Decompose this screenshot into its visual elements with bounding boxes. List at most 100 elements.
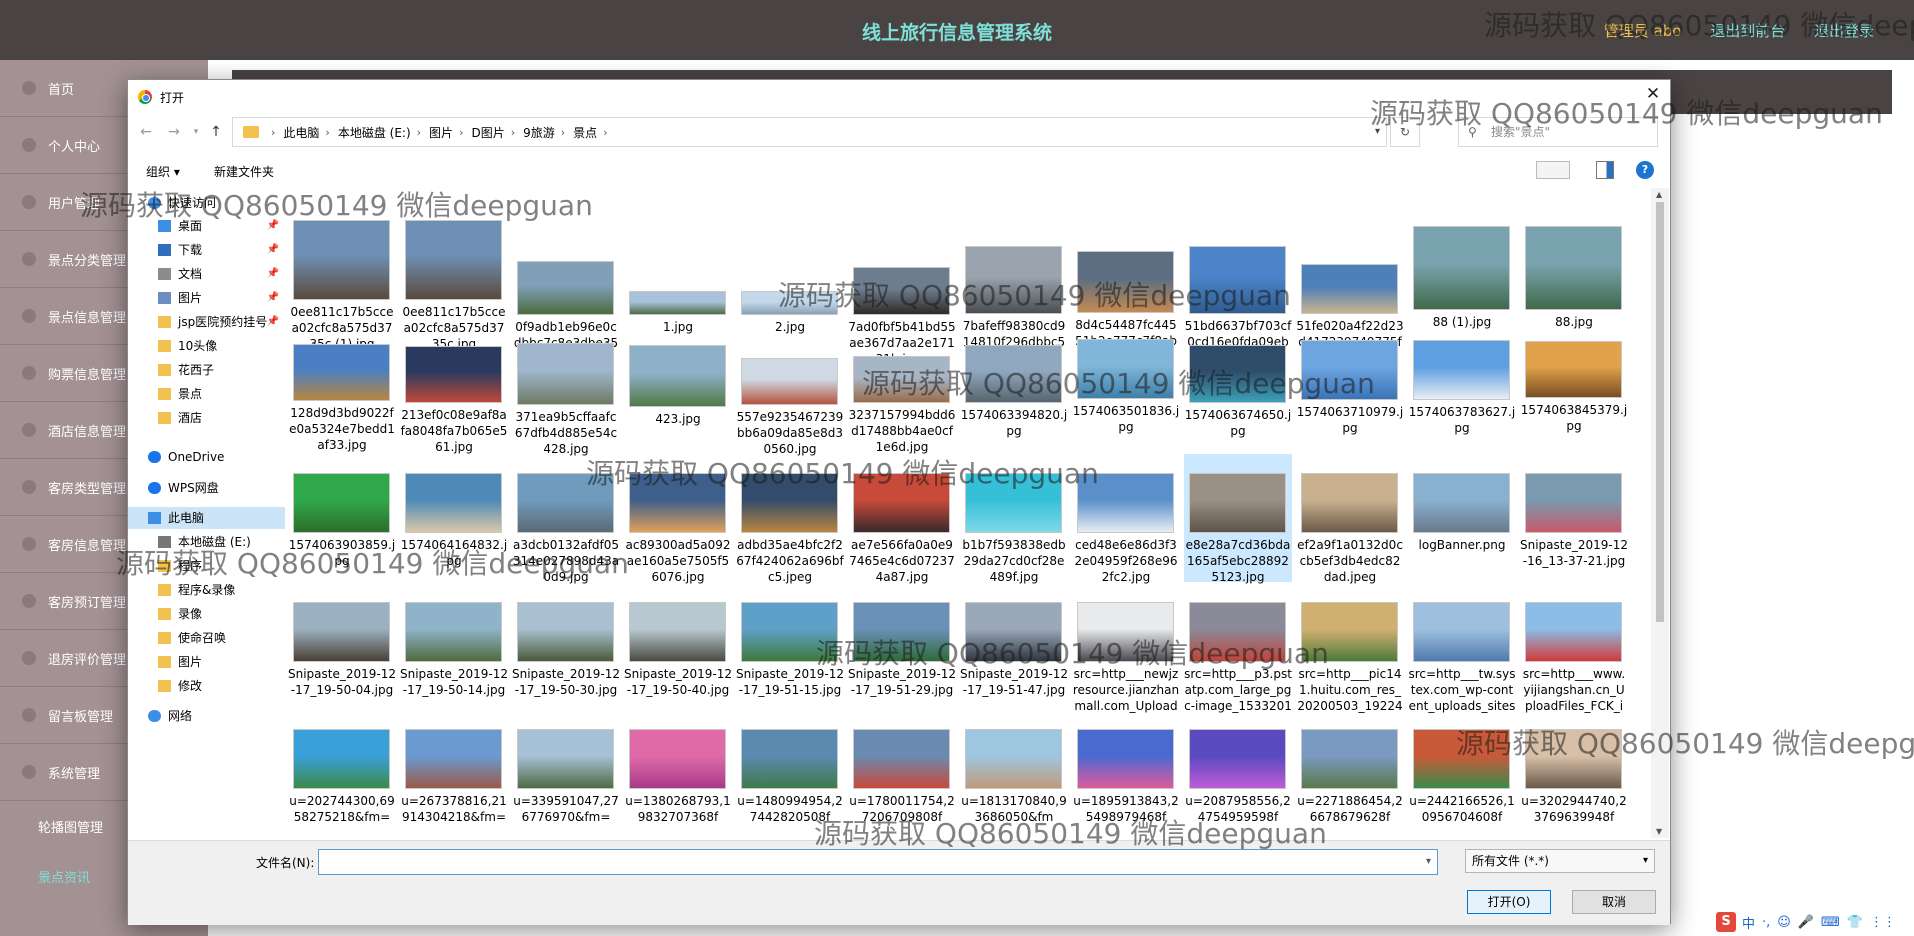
chevron-down-icon[interactable]: ▾: [1426, 856, 1431, 867]
nav-item[interactable]: 快速访问: [128, 192, 285, 214]
file-thumbnail[interactable]: 1574063903859.jpg: [288, 454, 396, 582]
logout-link[interactable]: 退出登录: [1814, 22, 1874, 40]
nav-item[interactable]: WPS网盘: [128, 477, 285, 499]
ime-keyboard-icon[interactable]: ⌨: [1821, 915, 1840, 930]
scroll-thumb[interactable]: [1656, 202, 1664, 622]
file-thumbnail[interactable]: 1574063710979.jpg: [1296, 325, 1404, 453]
breadcrumb-item[interactable]: 9旅游: [523, 124, 555, 141]
file-thumbnail[interactable]: 423.jpg: [624, 325, 732, 453]
file-thumbnail[interactable]: 0f9adb1eb96e0cdbbc7c8e3dbe35cb9c.jpeg: [512, 188, 620, 366]
nav-item[interactable]: 程序&录像: [128, 579, 285, 601]
exit-to-frontend-link[interactable]: 退出到前台: [1710, 22, 1785, 40]
file-thumbnail[interactable]: Snipaste_2019-12-17_19-50-14.jpg: [400, 583, 508, 711]
file-thumbnail[interactable]: b1b7f593838edb29da27cd0cf28e489f.jpg: [960, 454, 1068, 584]
file-thumbnail[interactable]: ac89300ad5a092ae160a5e7505f56076.jpg: [624, 454, 732, 584]
nav-item[interactable]: 录像: [128, 603, 285, 625]
ime-skin-icon[interactable]: 👕: [1847, 915, 1863, 930]
file-thumbnail[interactable]: Snipaste_2019-12-17_19-51-47.jpg: [960, 583, 1068, 711]
file-thumbnail[interactable]: 1574063394820.jpg: [960, 325, 1068, 453]
ime-punctuation-icon[interactable]: ·,: [1762, 915, 1770, 930]
new-folder-button[interactable]: 新建文件夹: [214, 163, 274, 180]
chevron-down-icon[interactable]: ▾: [1375, 126, 1380, 137]
file-thumbnail[interactable]: u=2087958556,24754959598f: [1184, 710, 1292, 838]
file-thumbnail[interactable]: 1574063845379.jpg: [1520, 325, 1628, 453]
file-thumbnail[interactable]: 1.jpg: [624, 188, 732, 334]
search-input[interactable]: ⚲ 搜索"景点": [1458, 117, 1658, 147]
file-thumbnail[interactable]: 3237157994bdd6d17488bb4ae0cf1e6d.jpg: [848, 325, 956, 454]
preview-pane-icon[interactable]: [1596, 161, 1614, 179]
nav-item[interactable]: 10头像: [128, 335, 285, 357]
file-thumbnail[interactable]: 557e9235467239bb6a09da85e8d30560.jpg: [736, 325, 844, 456]
file-thumbnail[interactable]: src=http___www.yijiangshan.cn_UploadFile…: [1520, 583, 1628, 716]
file-thumbnail[interactable]: u=3202944740,23769639948f: [1520, 710, 1628, 838]
file-thumbnail[interactable]: Snipaste_2019-12-17_19-50-04.jpg: [288, 583, 396, 711]
nav-item[interactable]: jsp医院预约挂号 📌: [128, 311, 285, 333]
forward-arrow-icon[interactable]: →: [164, 122, 184, 142]
nav-item[interactable]: 文档 📌: [128, 263, 285, 285]
nav-item[interactable]: 下载 📌: [128, 239, 285, 261]
file-thumbnail[interactable]: a3dcb0132afdf05314e027898d43a0d9.jpg: [512, 454, 620, 584]
scroll-down-icon[interactable]: ▼: [1656, 827, 1662, 836]
ime-voice-icon[interactable]: 🎤: [1798, 915, 1814, 930]
file-thumbnail[interactable]: 51fe020a4f22d23d417239749775fbc5.jpg: [1296, 188, 1404, 365]
file-thumbnail[interactable]: src=http___newjzresource.jianzhanmall.co…: [1072, 583, 1180, 716]
nav-item[interactable]: 图片: [128, 651, 285, 673]
file-thumbnail[interactable]: u=267378816,21914304218&fm=: [400, 710, 508, 838]
file-thumbnail[interactable]: Snipaste_2019-12-17_19-50-30.jpg: [512, 583, 620, 711]
nav-item[interactable]: 花西子: [128, 359, 285, 381]
view-options-icon[interactable]: [1536, 161, 1570, 179]
filename-input[interactable]: ▾: [318, 849, 1438, 875]
organize-button[interactable]: 组织 ▾: [146, 163, 180, 180]
file-thumbnail[interactable]: 0ee811c17b5ccea02cfc8a575d3735c.jpg: [400, 188, 508, 351]
file-thumbnail[interactable]: 51bd6637bf703cf0cd16e0fda09ebe75.jpg: [1184, 188, 1292, 365]
cancel-button[interactable]: 取消: [1572, 890, 1656, 914]
file-thumbnail[interactable]: u=1895913843,25498979468f: [1072, 710, 1180, 838]
nav-item[interactable]: 图片 📌: [128, 287, 285, 309]
file-thumbnail[interactable]: logBanner.png: [1408, 454, 1516, 582]
file-thumbnail[interactable]: Snipaste_2019-12-16_13-37-21.jpg: [1520, 454, 1628, 582]
refresh-icon[interactable]: ↻: [1390, 117, 1420, 147]
address-bar[interactable]: › 此电脑 › 本地磁盘 (E:) › 图片 › D图片 › 9旅游 › 景点 › ▾: [232, 117, 1387, 147]
file-thumbnail[interactable]: u=1780011754,27206709808f: [848, 710, 956, 838]
file-thumbnail[interactable]: u=1813170840,93686050&fm: [960, 710, 1068, 838]
file-thumbnail[interactable]: ced48e6e86d3f32e04959f268e962fc2.jpg: [1072, 454, 1180, 584]
file-thumbnail[interactable]: 7ad0fbf5b41bd55ae367d7aa2e17131b.jpeg: [848, 188, 956, 366]
sogou-ime-icon[interactable]: S: [1716, 912, 1736, 932]
breadcrumb-item[interactable]: 此电脑: [283, 124, 319, 141]
vertical-scrollbar[interactable]: ▲ ▼: [1651, 188, 1669, 838]
file-thumbnail[interactable]: Snipaste_2019-12-17_19-51-29.jpg: [848, 583, 956, 711]
file-thumbnail[interactable]: ae7e566fa0a0e97465e4c6d072374a87.jpg: [848, 454, 956, 584]
file-thumbnail[interactable]: src=http___pic141.huitu.com_res_20200503…: [1296, 583, 1404, 716]
scroll-up-icon[interactable]: ▲: [1656, 190, 1662, 199]
nav-item[interactable]: 本地磁盘 (E:): [128, 531, 285, 553]
file-thumbnail[interactable]: Snipaste_2019-12-17_19-51-15.jpg: [736, 583, 844, 711]
file-thumbnail[interactable]: u=339591047,276776970&fm=: [512, 710, 620, 838]
file-thumbnail[interactable]: src=http___tw.systex.com_wp-content_uplo…: [1408, 583, 1516, 716]
nav-item[interactable]: 网络: [128, 705, 285, 727]
file-thumbnail[interactable]: 88.jpg: [1520, 188, 1628, 329]
file-thumbnail[interactable]: 7bafeff98380cd914810f296dbbc5d.jpg: [960, 188, 1068, 365]
admin-user-link[interactable]: 管理员 abo: [1604, 22, 1682, 40]
nav-item[interactable]: 修改: [128, 675, 285, 697]
file-thumbnail[interactable]: 213ef0c08e9af8afa8048fa7b065e561.jpg: [400, 325, 508, 454]
close-button[interactable]: ✕: [1642, 83, 1664, 105]
breadcrumb-item[interactable]: 景点: [573, 124, 597, 141]
file-thumbnail[interactable]: u=1480994954,27442820508f: [736, 710, 844, 838]
help-icon[interactable]: ?: [1636, 161, 1654, 179]
file-thumbnail[interactable]: src=http___p3.pstatp.com_large_pgc-image…: [1184, 583, 1292, 716]
file-thumbnail[interactable]: 88 (1).jpg: [1408, 188, 1516, 329]
back-arrow-icon[interactable]: ←: [136, 122, 156, 142]
up-arrow-icon[interactable]: ↑: [206, 122, 226, 142]
file-thumbnail[interactable]: 0ee811c17b5ccea02cfc8a575d3735c (1).jpg: [288, 188, 396, 351]
file-thumbnail[interactable]: adbd35ae4bfc2f267f424062a696bfc5.jpeg: [736, 454, 844, 584]
nav-item[interactable]: 桌面 📌: [128, 215, 285, 237]
nav-item[interactable]: 使命召唤: [128, 627, 285, 649]
file-thumbnail[interactable]: 1574063501836.jpg: [1072, 325, 1180, 453]
recent-dropdown-icon[interactable]: ▾: [186, 122, 206, 142]
breadcrumb-item[interactable]: D图片: [471, 124, 504, 141]
nav-item[interactable]: 此电脑: [128, 507, 285, 529]
file-thumbnail[interactable]: 8d4c54487fc44551b2e777c7f8abe32.jpg: [1072, 188, 1180, 364]
nav-item[interactable]: 程序: [128, 555, 285, 577]
file-thumbnail[interactable]: 1574064164832.jpg: [400, 454, 508, 582]
ime-emoji-icon[interactable]: ☺: [1777, 915, 1791, 930]
